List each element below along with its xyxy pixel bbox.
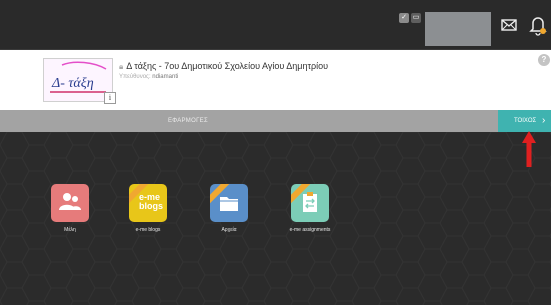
app-label: e-me assignments bbox=[289, 227, 331, 233]
folder-icon bbox=[210, 184, 248, 222]
lock-icon: 🔒︎ bbox=[119, 62, 124, 71]
window-control-icon[interactable]: ▭ bbox=[411, 13, 421, 23]
app-blogs[interactable]: e-me blogs e-me blogs bbox=[118, 184, 178, 233]
annotation-arrow-icon bbox=[522, 131, 536, 167]
logo-text: Δ- τάξη bbox=[51, 76, 94, 91]
tab-bar: ΕΦΑΡΜΟΓΕΣ ΤΟΙΧΟΣ › bbox=[0, 110, 551, 132]
community-logo: Δ- τάξη bbox=[43, 58, 113, 102]
assignments-icon bbox=[291, 184, 329, 222]
members-icon bbox=[51, 184, 89, 222]
app-assignments[interactable]: e-me assignments bbox=[280, 184, 340, 233]
app-label: Μέλη bbox=[64, 227, 76, 233]
app-members[interactable]: Μέλη bbox=[40, 184, 100, 233]
owner-name[interactable]: ndiamanti bbox=[152, 74, 178, 80]
app-label: Αρχεία bbox=[221, 227, 237, 233]
app-files[interactable]: Αρχεία bbox=[199, 184, 259, 233]
app-window: ✓ ▭ Δ- τάξη i 🔒︎ Δ τάξης - 7ου Δημοτικού … bbox=[0, 0, 551, 305]
tab-applications[interactable]: ΕΦΑΡΜΟΓΕΣ bbox=[0, 110, 376, 132]
notifications-bell-icon[interactable] bbox=[528, 14, 548, 36]
community-title-row: 🔒︎ Δ τάξης - 7ου Δημοτικού Σχολείου Αγίου… bbox=[119, 61, 328, 72]
help-icon[interactable]: ? bbox=[538, 54, 550, 66]
window-control-icon[interactable]: ✓ bbox=[399, 13, 409, 23]
chevron-right-icon: › bbox=[542, 115, 546, 126]
app-label: e-me blogs bbox=[135, 227, 161, 233]
blogs-icon-text: e-me blogs bbox=[139, 192, 163, 211]
community-title: Δ τάξης - 7ου Δημοτικού Σχολείου Αγίου Δ… bbox=[126, 61, 329, 71]
blogs-icon: e-me blogs bbox=[129, 184, 167, 222]
top-bar: ✓ ▭ bbox=[0, 0, 551, 50]
owner-label: Υπεύθυνος: bbox=[119, 74, 151, 80]
mail-icon[interactable] bbox=[500, 16, 518, 34]
user-avatar-area[interactable] bbox=[425, 12, 491, 46]
community-owner: Υπεύθυνος: ndiamanti bbox=[119, 74, 178, 80]
apps-area: Μέλη e-me blogs e-me blogs Αρχεία e-me a… bbox=[0, 132, 551, 305]
logo-info-button[interactable]: i bbox=[104, 92, 116, 104]
